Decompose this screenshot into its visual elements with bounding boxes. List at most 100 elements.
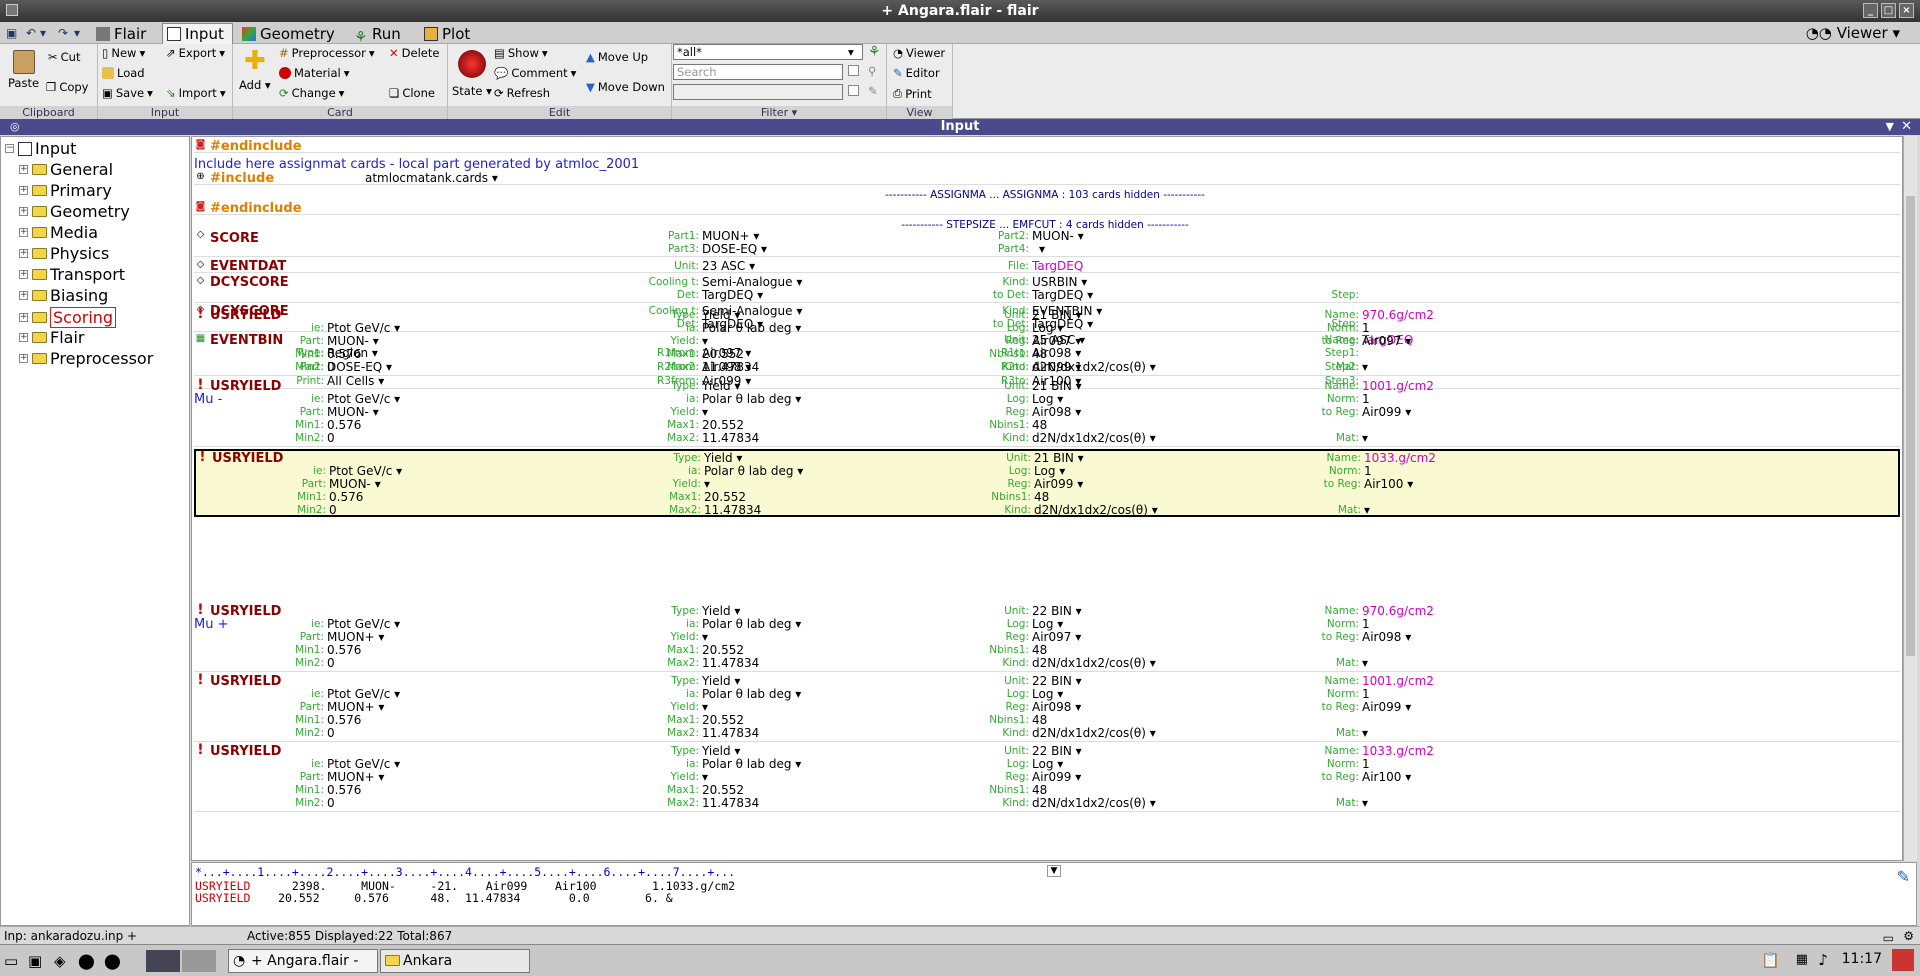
tab-plot[interactable]: Plot xyxy=(420,23,478,44)
field-value[interactable]: d2N/dx1dx2/cos(θ) ▾ xyxy=(1032,431,1156,445)
field-value[interactable]: 21 BIN ▾ xyxy=(1034,451,1084,465)
card-usryield[interactable]: ! USRYIELD Type: Yield ▾ Unit: 22 BIN ▾ Name: 9… xyxy=(194,603,1900,672)
field-value[interactable]: 1 xyxy=(1362,757,1370,771)
card-usryield[interactable]: ! USRYIELD Type: Yield ▾ Unit: 21 BIN ▾ Name: 1… xyxy=(194,378,1900,447)
field-value[interactable]: 11.47834 xyxy=(702,431,759,445)
tree-root-input[interactable]: − Input xyxy=(5,139,76,158)
field-value[interactable]: 48 xyxy=(1032,783,1047,797)
field-value[interactable]: Air098 ▾ xyxy=(1032,405,1081,419)
field-value[interactable]: 0 xyxy=(327,726,335,740)
refresh-button[interactable]: ⟳ Refresh xyxy=(494,86,550,100)
field-value[interactable]: ▾ xyxy=(1362,360,1368,374)
field-value[interactable]: Air100 ▾ xyxy=(1364,477,1413,491)
field-value[interactable]: 0 xyxy=(329,503,337,517)
field-value[interactable]: 1001.g/cm2 xyxy=(1362,674,1434,688)
app-icon-2[interactable]: ⬤ xyxy=(104,952,121,970)
tab-input[interactable]: Input xyxy=(162,23,233,44)
scroll-thumb[interactable] xyxy=(1906,196,1915,656)
field-value[interactable]: Log ▾ xyxy=(1032,617,1063,631)
field-value[interactable]: Yield ▾ xyxy=(704,451,742,465)
field-value[interactable]: Air097 ▾ xyxy=(1032,630,1081,644)
field-value[interactable]: Log ▾ xyxy=(1032,687,1063,701)
field-value[interactable]: Air099 ▾ xyxy=(1362,405,1411,419)
preprocessor-button[interactable]: # Preprocessor ▾ xyxy=(279,46,375,60)
search-input[interactable]: Search xyxy=(673,64,843,80)
field-value[interactable]: 21 BIN ▾ xyxy=(1032,308,1082,322)
workspace-1[interactable] xyxy=(146,950,180,972)
tree-item-general[interactable]: + General xyxy=(19,160,113,179)
field-value[interactable]: ▾ xyxy=(1362,726,1368,740)
expand-icon[interactable]: + xyxy=(19,270,28,279)
undo-icon[interactable]: ↶ xyxy=(26,26,36,40)
field-value[interactable]: 0 xyxy=(327,656,335,670)
print-button[interactable]: ⎙ Print xyxy=(893,86,932,101)
textview-dropdown-icon[interactable]: ▼ xyxy=(1047,865,1061,877)
field-value[interactable]: Log ▾ xyxy=(1032,757,1063,771)
card-usryield[interactable]: ! USRYIELD Type: Yield ▾ Unit: 22 BIN ▾ Name: 1… xyxy=(194,743,1900,812)
logout-icon[interactable] xyxy=(1892,949,1914,971)
field-value[interactable]: Log ▾ xyxy=(1034,464,1065,478)
viewer-toggle[interactable]: ◔◔ Viewer ▾ xyxy=(1806,24,1900,42)
card-usryield[interactable]: ! USRYIELD Type: Yield ▾ Unit: 22 BIN ▾ Name: 1… xyxy=(194,673,1900,742)
edit-text-icon[interactable]: ✎ xyxy=(1897,867,1910,886)
start-menu-icon[interactable]: ▭ xyxy=(4,952,18,970)
field-value[interactable]: 20.552 xyxy=(702,643,744,657)
collapse-icon[interactable]: − xyxy=(5,144,14,153)
field-value[interactable]: 1 xyxy=(1362,392,1370,406)
new-button[interactable]: ▯ New ▾ xyxy=(102,46,145,60)
tree-item-geometry[interactable]: + Geometry xyxy=(19,202,130,221)
tree-item-media[interactable]: + Media xyxy=(19,223,98,242)
editor-button[interactable]: ✎ Editor xyxy=(893,66,940,80)
move-down-button[interactable]: ▼ Move Down xyxy=(586,80,665,94)
field-value[interactable]: Yield ▾ xyxy=(702,674,740,688)
card-usryield[interactable]: ! USRYIELD Type: Yield ▾ Unit: 21 BIN ▾ Name: 1… xyxy=(194,449,1900,517)
field-value[interactable]: 1001.g/cm2 xyxy=(1362,379,1434,393)
field-value[interactable]: d2N/dx1dx2/cos(θ) ▾ xyxy=(1032,360,1156,374)
clipboard-tray-icon[interactable]: 📋 xyxy=(1761,951,1780,969)
card-dcyscore[interactable]: ◇ DCYSCORE Cooling t: Semi-Analogue ▾ Kind… xyxy=(194,275,1900,303)
field-value[interactable]: ▾ xyxy=(702,770,708,784)
search-checkbox[interactable] xyxy=(848,65,859,76)
field-value[interactable]: 1 xyxy=(1364,464,1372,478)
field-value[interactable]: 0.576 xyxy=(327,418,361,432)
field-value[interactable]: d2N/dx1dx2/cos(θ) ▾ xyxy=(1032,796,1156,810)
hidden-cards-assignma[interactable]: ----------- ASSIGNMA ... ASSIGNMA : 103 … xyxy=(192,189,1898,201)
field-value[interactable]: 970.6g/cm2 xyxy=(1362,604,1434,618)
run-filter-icon[interactable]: ⚘ xyxy=(868,44,881,60)
field-value[interactable]: ▾ xyxy=(1362,431,1368,445)
status-tools-icon[interactable]: ⚙ xyxy=(1903,927,1914,945)
field-value[interactable]: ▾ xyxy=(702,334,708,348)
card-usryield[interactable]: ! USRYIELD Type: Yield ▾ Unit: 21 BIN ▾ Name: 9… xyxy=(194,307,1900,376)
card-include[interactable]: ⊕ #include atmlocmatank.cards ▾ xyxy=(194,171,1900,186)
undo-menu-icon[interactable]: ▾ xyxy=(40,26,46,40)
tree-item-primary[interactable]: + Primary xyxy=(19,181,112,200)
field-value[interactable]: Air098 ▾ xyxy=(1032,700,1081,714)
field-value[interactable]: 0.576 xyxy=(327,347,361,361)
field-value[interactable]: Log ▾ xyxy=(1032,392,1063,406)
field-value[interactable]: ▾ xyxy=(1364,503,1370,517)
field-value[interactable]: 48 xyxy=(1034,490,1049,504)
field-value[interactable]: 20.552 xyxy=(702,783,744,797)
tree-item-biasing[interactable]: + Biasing xyxy=(19,286,108,305)
field-value[interactable]: Log ▾ xyxy=(1032,321,1063,335)
field-value[interactable]: 20.552 xyxy=(704,490,746,504)
card-endinclude[interactable]: ◙ #endinclude xyxy=(194,201,1900,216)
tree-item-physics[interactable]: + Physics xyxy=(19,244,109,263)
material-button[interactable]: Material ▾ xyxy=(279,66,350,80)
field-value[interactable]: 48 xyxy=(1032,643,1047,657)
expand-icon[interactable]: + xyxy=(19,333,28,342)
expand-icon[interactable]: + xyxy=(19,249,28,258)
expand-icon[interactable]: + xyxy=(19,165,28,174)
filter-group-label[interactable]: Filter ▾ xyxy=(672,106,886,119)
comment-button[interactable]: 💬 Comment ▾ xyxy=(494,66,576,80)
field-value[interactable]: 22 BIN ▾ xyxy=(1032,674,1082,688)
field-value[interactable]: ▾ xyxy=(1362,796,1368,810)
field-value[interactable]: Ptot GeV/c ▾ xyxy=(327,687,400,701)
tree-item-flair[interactable]: + Flair xyxy=(19,328,84,347)
field-value[interactable]: 0 xyxy=(327,431,335,445)
panel-dropdown-icon[interactable]: ▼ xyxy=(1886,119,1894,135)
volume-icon[interactable]: ♪ xyxy=(1818,951,1828,969)
field-value[interactable]: Air100 ▾ xyxy=(1362,770,1411,784)
field-value[interactable]: Yield ▾ xyxy=(702,604,740,618)
field-value[interactable]: 970.6g/cm2 xyxy=(1362,308,1434,322)
